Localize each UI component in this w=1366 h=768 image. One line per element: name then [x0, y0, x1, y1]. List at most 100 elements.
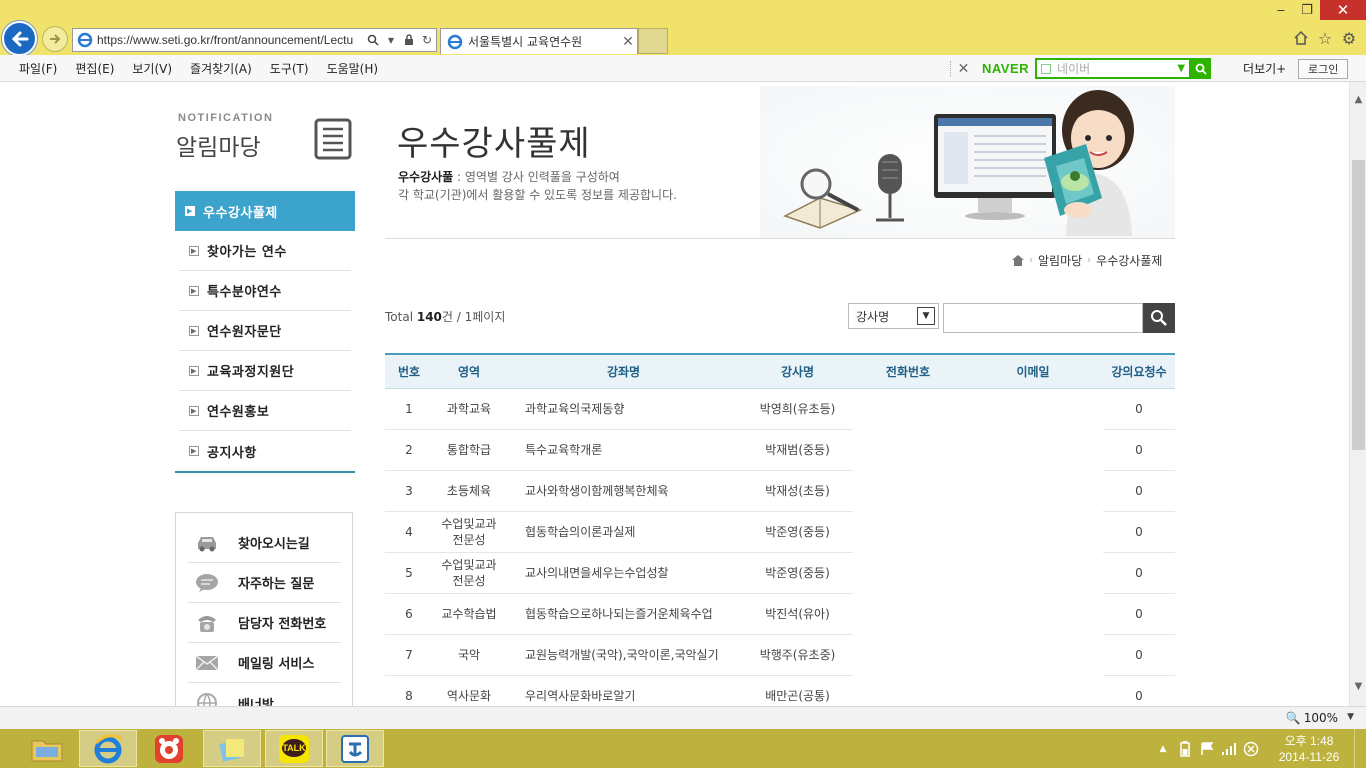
cell-course[interactable]: 교원능력개발(국악),국악이론,국악실기 [505, 634, 742, 675]
battery-icon[interactable] [1174, 739, 1196, 759]
tab-close-icon[interactable]: ✕ [619, 34, 637, 50]
more-button[interactable]: 더보기+ [1243, 60, 1286, 77]
signal-icon[interactable] [1218, 739, 1240, 759]
table-row[interactable]: 4 수업및교과 전문성 협동학습의이론과실제 박준영(중등) 0 [385, 511, 1175, 553]
sidebar-item-notice[interactable]: ▶ 공지사항 [179, 431, 351, 471]
cell-course[interactable]: 특수교육학개론 [505, 429, 742, 470]
close-button[interactable]: ✕ [1320, 0, 1366, 20]
table-row[interactable]: 8 역사문화 우리역사문화바로알기 배만곤(공통) 0 [385, 675, 1175, 706]
table-row[interactable]: 7 국악 교원능력개발(국악),국악이론,국악실기 박행주(유초중) 0 [385, 634, 1175, 676]
table-row[interactable]: 1 과학교육 과학교육의국제동향 박영희(유초등) 0 [385, 388, 1175, 430]
home-icon[interactable] [1012, 255, 1024, 266]
address-bar[interactable]: https://www.seti.go.kr/front/announcemen… [72, 28, 437, 52]
menu-tools[interactable]: 도구(T) [261, 60, 318, 77]
action-center-flag-icon[interactable] [1196, 739, 1218, 759]
chevron-down-icon[interactable]: ▼ [917, 307, 935, 325]
minimize-button[interactable]: ‒ [1268, 0, 1294, 20]
lock-icon[interactable] [400, 31, 418, 49]
menu-file[interactable]: 파일(F) [10, 60, 66, 77]
volume-muted-icon[interactable] [1240, 739, 1262, 759]
breadcrumb-item[interactable]: 알림마당 [1038, 252, 1082, 269]
taskbar-sticky-notes[interactable] [203, 730, 261, 767]
search-input[interactable] [943, 303, 1143, 333]
back-button[interactable] [2, 21, 37, 56]
search-icon [1151, 310, 1167, 326]
new-tab-button[interactable] [638, 28, 668, 54]
cell-course[interactable]: 과학교육의국제동향 [505, 388, 742, 429]
chevron-right-icon: ▶ [189, 365, 199, 376]
scroll-up-icon[interactable]: ▲ [1353, 94, 1364, 105]
menu-favorites[interactable]: 즐겨찾기(A) [181, 60, 261, 77]
sidebar-item-advisory[interactable]: ▶ 연수원자문단 [179, 311, 351, 351]
zoom-control[interactable]: 🔍 100% [1286, 711, 1338, 725]
tab-seti[interactable]: 서울특별시 교육연수원 ✕ [440, 28, 638, 54]
tray-expand-icon[interactable]: ▲ [1152, 739, 1174, 759]
home-icon[interactable] [1292, 28, 1310, 48]
search-icon[interactable] [364, 31, 382, 49]
cell-email [963, 470, 1103, 512]
forward-button[interactable] [42, 26, 68, 52]
cell-teacher: 박진석(유아) [765, 607, 830, 621]
cell-phone [853, 511, 963, 553]
sidebar-item-label: 찾아가는 연수 [207, 245, 287, 260]
sidebar-item-curriculum-support[interactable]: ▶ 교육과정지원단 [179, 351, 351, 391]
menu-view[interactable]: 보기(V) [123, 60, 181, 77]
menu-help[interactable]: 도움말(H) [318, 60, 388, 77]
show-desktop-button[interactable] [1354, 729, 1366, 768]
cell-course[interactable]: 교사와학생이함께행복한체육 [505, 470, 742, 511]
url-text[interactable]: https://www.seti.go.kr/front/announcemen… [97, 33, 364, 47]
taskbar-app-red[interactable] [140, 730, 198, 767]
table-row[interactable]: 6 교수학습법 협동학습으로하나되는즐거운체육수업 박진석(유아) 0 [385, 593, 1175, 635]
taskbar-kakaotalk[interactable]: TALK [265, 730, 323, 767]
system-clock[interactable]: 오후 1:48 2014-11-26 [1270, 733, 1348, 765]
vertical-scrollbar[interactable]: ▲ ▼ [1349, 82, 1366, 706]
login-button[interactable]: 로그인 [1298, 58, 1349, 79]
cell-course[interactable]: 우리역사문화바로알기 [505, 675, 742, 706]
chevron-down-icon[interactable]: ▼ [1347, 712, 1354, 722]
quick-link-mailing[interactable]: 메일링 서비스 [188, 643, 341, 683]
cell-area: 역사문화 [446, 688, 492, 703]
window-controls: ‒ ❐ ✕ [1268, 0, 1366, 20]
breadcrumb-item[interactable]: 우수강사풀제 [1096, 252, 1162, 269]
gear-icon[interactable]: ⚙ [1340, 28, 1358, 48]
table-row[interactable]: 5 수업및교과 전문성 교사의내면을세우는수업성찰 박준영(중등) 0 [385, 552, 1175, 594]
favorites-star-icon[interactable]: ☆ [1316, 28, 1334, 48]
kakaotalk-label: TALK [282, 742, 306, 753]
col-header-email: 이메일 [1016, 364, 1050, 379]
restore-button[interactable]: ❐ [1294, 0, 1320, 20]
naver-search-input[interactable]: 네이버 ▼ [1035, 58, 1192, 79]
quick-link-phone[interactable]: 담당자 전화번호 [188, 603, 341, 643]
cell-course[interactable]: 협동학습으로하나되는즐거운체육수업 [505, 593, 742, 634]
naver-close-icon[interactable]: ✕ [950, 60, 976, 77]
search-button[interactable] [1143, 303, 1175, 333]
cell-request-count: 0 [1135, 442, 1143, 457]
naver-search-button[interactable] [1191, 58, 1212, 79]
table-row[interactable]: 3 초등체육 교사와학생이함께행복한체육 박재성(초등) 0 [385, 470, 1175, 512]
menu-edit[interactable]: 편집(E) [66, 60, 123, 77]
dropdown-icon[interactable]: ▼ [382, 31, 400, 49]
sidebar-item-visiting-training[interactable]: ▶ 찾아가는 연수 [179, 231, 351, 271]
cell-course[interactable]: 교사의내면을세우는수업성찰 [505, 552, 742, 593]
cell-phone [853, 470, 963, 512]
quick-link-faq[interactable]: 자주하는 질문 [188, 563, 341, 603]
table-row[interactable]: 2 통합학급 특수교육학개론 박재범(중등) 0 [385, 429, 1175, 471]
sidebar-item-excellent-instructor[interactable]: ▶ 우수강사풀제 [175, 191, 355, 231]
scroll-down-icon[interactable]: ▼ [1353, 681, 1364, 692]
taskbar-file-explorer[interactable] [18, 730, 76, 767]
search-field-select[interactable]: 강사명 ▼ [848, 303, 939, 329]
sidebar-item-special-training[interactable]: ▶ 특수분야연수 [179, 271, 351, 311]
sidebar-item-label: 공지사항 [207, 445, 257, 461]
cell-area: 과학교육 [446, 401, 492, 416]
taskbar-hangul[interactable] [326, 730, 384, 767]
quick-link-banner[interactable]: 배너방 [188, 683, 341, 706]
refresh-icon[interactable]: ↻ [418, 31, 436, 49]
cell-course[interactable]: 협동학습의이론과실제 [505, 511, 742, 552]
chevron-down-icon[interactable]: ▼ [1177, 63, 1185, 74]
scroll-thumb[interactable] [1352, 160, 1365, 450]
sticky-notes-icon [219, 738, 244, 762]
sidebar-item-promotion[interactable]: ▶ 연수원홍보 [179, 391, 351, 431]
quick-link-directions[interactable]: 찾아오시는길 [188, 523, 341, 563]
naver-check-icon [1041, 63, 1052, 74]
section-title: 알림마당 [176, 135, 261, 161]
taskbar-internet-explorer[interactable] [79, 730, 137, 767]
